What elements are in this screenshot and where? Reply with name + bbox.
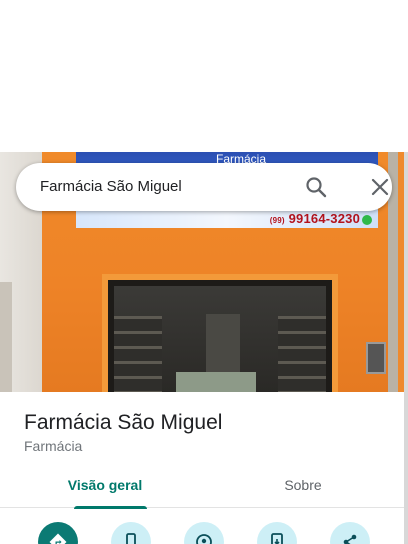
directions-button[interactable] <box>38 522 78 544</box>
store-entrance <box>102 274 338 392</box>
place-title: Farmácia São Miguel <box>24 411 223 434</box>
store-sign-phone-area: (99) <box>269 216 285 225</box>
counter <box>176 372 256 392</box>
tab-active-indicator <box>74 506 147 509</box>
panel-edge <box>404 152 408 544</box>
search-icon[interactable] <box>304 175 328 199</box>
nearby-icon <box>196 534 212 544</box>
tab-about-label: Sobre <box>284 477 322 493</box>
close-icon[interactable] <box>369 176 391 198</box>
action-buttons <box>0 522 404 544</box>
tab-overview[interactable]: Visão geral <box>4 468 206 509</box>
tab-bar: Visão geral Sobre <box>0 468 404 509</box>
whatsapp-icon <box>362 214 372 225</box>
call-button[interactable] <box>111 522 151 544</box>
store-sign-phone: (99) 99164-3230 <box>270 211 372 226</box>
phone-icon <box>126 533 136 544</box>
send-to-phone-button[interactable] <box>257 522 297 544</box>
place-category[interactable]: Farmácia <box>24 438 82 454</box>
share-icon <box>343 534 357 544</box>
nearby-button[interactable] <box>184 522 224 544</box>
shelf-right <box>278 316 326 392</box>
place-panel: Farmácia São Miguel Farmácia Visão geral… <box>0 392 404 544</box>
shelf-left <box>114 316 162 392</box>
tab-overview-label: Visão geral <box>67 477 143 493</box>
electric-meter-box <box>366 342 386 374</box>
directions-icon <box>49 533 67 544</box>
save-to-phone-icon <box>271 533 283 544</box>
share-button[interactable] <box>330 522 370 544</box>
back-door <box>206 314 240 380</box>
store-interior <box>114 286 326 392</box>
photo-neighbor-door <box>0 282 12 392</box>
tab-about[interactable]: Sobre <box>202 468 404 508</box>
store-sign-phone-number: 99164-3230 <box>288 211 360 226</box>
search-bar[interactable]: Farmácia São Miguel <box>16 163 392 211</box>
search-input[interactable]: Farmácia São Miguel <box>40 178 182 195</box>
